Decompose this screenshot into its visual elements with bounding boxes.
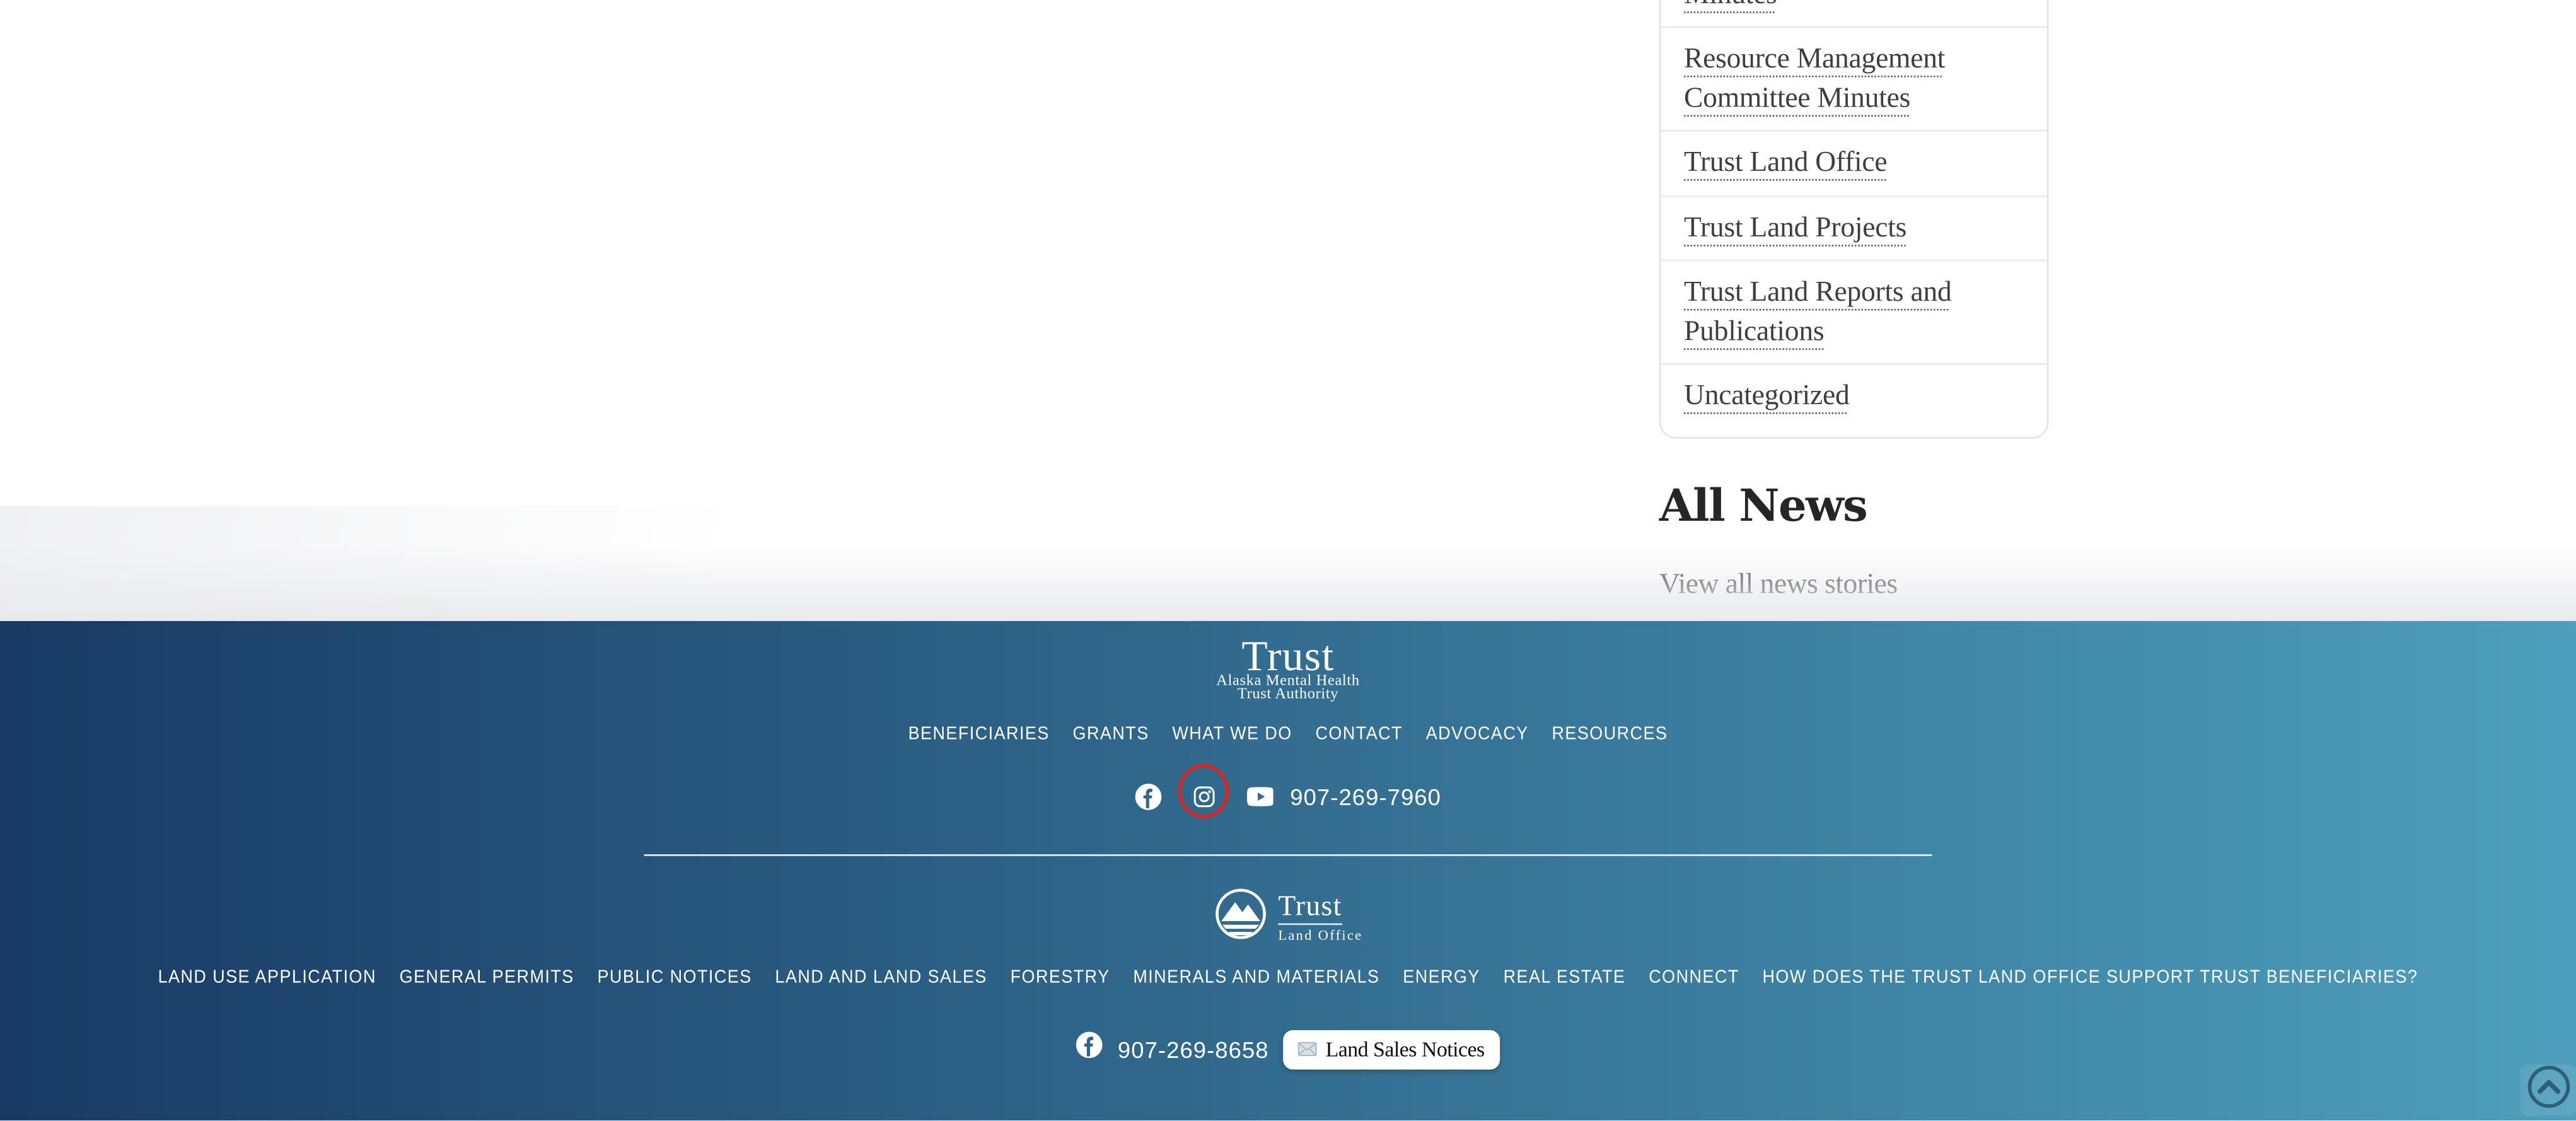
trust-nav-link[interactable]: WHAT WE DO	[1172, 724, 1292, 744]
tlo-logo-subtitle: Land Office	[1278, 929, 1362, 942]
trust-phone-link[interactable]: 907-269-7960	[1290, 784, 1441, 810]
category-list-item: Trust Land Reports and Publications	[1661, 260, 2047, 364]
trust-land-office-logo[interactable]: Trust Land Office	[0, 888, 2576, 950]
page-stage: Minutes Resource Management Committee Mi…	[0, 0, 2576, 1121]
trust-authority-logo-title: Trust	[0, 637, 2576, 675]
tlo-nav-link[interactable]: CONNECT	[1649, 968, 1739, 987]
all-news-heading: All News	[1659, 482, 1867, 534]
tlo-nav-link[interactable]: LAND USE APPLICATION	[158, 968, 376, 987]
site-footer: Trust Alaska Mental Health Trust Authori…	[0, 622, 2576, 1121]
land-sales-notices-label: Land Sales Notices	[1326, 1036, 1485, 1062]
tlo-nav-link[interactable]: REAL ESTATE	[1504, 968, 1626, 987]
chevron-up-icon	[2526, 1064, 2570, 1117]
youtube-icon[interactable]	[1246, 787, 1273, 806]
category-link[interactable]: Uncategorized	[1684, 378, 1850, 411]
scroll-to-top-button[interactable]	[2520, 1066, 2576, 1116]
trust-authority-tagline-line2: Trust Authority	[0, 688, 2576, 702]
land-sales-notices-button[interactable]: Land Sales Notices	[1284, 1030, 1499, 1069]
category-link[interactable]: Resource Management Committee Minutes	[1684, 42, 1945, 113]
facebook-icon[interactable]	[1077, 1033, 1103, 1067]
category-link[interactable]: Trust Land Office	[1684, 145, 1887, 178]
tlo-nav-link[interactable]: ENERGY	[1403, 968, 1480, 987]
category-list: Minutes Resource Management Committee Mi…	[1661, 0, 2047, 437]
tlo-nav-link[interactable]: HOW DOES THE TRUST LAND OFFICE SUPPORT T…	[1763, 968, 2418, 987]
category-list-item: Resource Management Committee Minutes	[1661, 27, 2047, 131]
trust-nav-link[interactable]: CONTACT	[1315, 724, 1403, 744]
envelope-icon	[1299, 1042, 1318, 1057]
trust-nav-link[interactable]: ADVOCACY	[1426, 724, 1529, 744]
tlo-nav-link[interactable]: GENERAL PERMITS	[400, 968, 574, 987]
category-link-partial[interactable]: Minutes	[1684, 0, 1777, 9]
tlo-nav-link[interactable]: FORESTRY	[1011, 968, 1110, 987]
mountain-lake-icon	[1213, 888, 1267, 950]
category-list-box: Minutes Resource Management Committee Mi…	[1659, 0, 2049, 438]
trust-nav-link[interactable]: BENEFICIARIES	[908, 724, 1050, 744]
instagram-icon[interactable]	[1192, 786, 1215, 808]
category-link[interactable]: Trust Land Reports and Publications	[1684, 275, 1952, 346]
category-list-item: Uncategorized	[1661, 364, 2047, 437]
tlo-contact-row: 907-269-8658 Land Sales Notices	[0, 1030, 2576, 1069]
trust-land-office-nav: LAND USE APPLICATION GENERAL PERMITS PUBLI…	[78, 968, 2499, 987]
tlo-logo-title: Trust	[1278, 895, 1342, 919]
trust-nav-link[interactable]: GRANTS	[1073, 724, 1149, 744]
tlo-logo-divider	[1278, 923, 1341, 924]
view-all-news-link[interactable]: View all news stories	[1659, 566, 1898, 601]
tlo-nav-link[interactable]: LAND AND LAND SALES	[775, 968, 987, 987]
trust-nav-link[interactable]: RESOURCES	[1552, 724, 1668, 744]
tlo-phone-link[interactable]: 907-269-8658	[1118, 1037, 1269, 1063]
trust-land-office-logo-text: Trust Land Office	[1278, 895, 1362, 942]
facebook-icon[interactable]	[1135, 784, 1161, 810]
content-area: Minutes Resource Management Committee Mi…	[0, 0, 2576, 622]
footer-divider	[644, 855, 1932, 857]
tlo-nav-link[interactable]: PUBLIC NOTICES	[597, 968, 751, 987]
category-link[interactable]: Trust Land Projects	[1684, 210, 1906, 243]
tlo-nav-link[interactable]: MINERALS AND MATERIALS	[1133, 968, 1379, 987]
trust-authority-logo[interactable]: Trust Alaska Mental Health Trust Authori…	[0, 637, 2576, 702]
trust-authority-nav: BENEFICIARIES GRANTS WHAT WE DO CONTACT ADVO…	[78, 724, 2499, 744]
trust-social-row: 907-269-7960	[0, 784, 2576, 810]
page-viewport: Minutes Resource Management Committee Mi…	[0, 0, 2576, 1121]
category-list-item: Trust Land Office	[1661, 131, 2047, 195]
category-list-item-partial: Minutes	[1661, 0, 2047, 27]
category-list-item: Trust Land Projects	[1661, 195, 2047, 260]
